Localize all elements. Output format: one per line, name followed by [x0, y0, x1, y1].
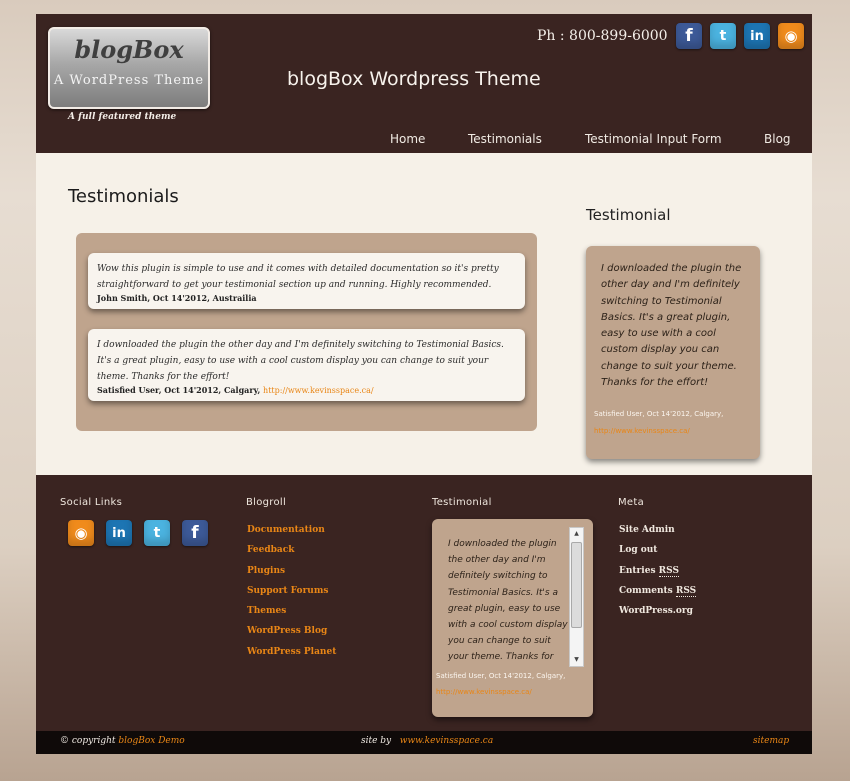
meta-link[interactable]: WordPress.org	[619, 601, 696, 621]
testimonial-card: Wow this plugin is simple to use and it …	[88, 253, 525, 309]
footer-testimonial-title: Testimonial	[432, 497, 492, 508]
scroll-down-icon[interactable]: ▼	[570, 654, 583, 666]
footer-social-links: ◉ in t f	[68, 520, 208, 546]
site-by-label: site by	[361, 736, 392, 746]
facebook-icon[interactable]: f	[182, 520, 208, 546]
site-tagline: A full featured theme	[68, 112, 177, 122]
sidebar-testimonial-link[interactable]: http://www.kevinsspace.ca/	[594, 427, 690, 435]
sidebar-testimonial-box: I downloaded the plugin the other day an…	[586, 246, 760, 459]
copyright: © copyright blogBox Demo	[60, 736, 185, 746]
footer: Social Links ◉ in t f Blogroll Documenta…	[36, 475, 812, 731]
footer-blogroll-title: Blogroll	[246, 497, 287, 508]
main-content: Testimonials Wow this plugin is simple t…	[36, 153, 812, 475]
rss-icon[interactable]: ◉	[68, 520, 94, 546]
testimonial-author: Satisfied User, Oct 14'2012, Calgary, ht…	[97, 385, 517, 395]
meta-link-text: Comments	[619, 585, 676, 596]
footer-meta-title: Meta	[618, 497, 645, 508]
footer-testimonial-author: Satisfied User, Oct 14'2012, Calgary,	[436, 672, 566, 680]
blogroll-link[interactable]: Plugins	[247, 561, 336, 581]
testimonials-box: Wow this plugin is simple to use and it …	[76, 233, 537, 431]
rss-icon[interactable]: ◉	[778, 23, 804, 49]
testimonial-quote: Wow this plugin is simple to use and it …	[97, 264, 499, 290]
testimonial-card: I downloaded the plugin the other day an…	[88, 329, 525, 401]
sidebar-title: Testimonial	[586, 206, 671, 224]
page-title: Testimonials	[68, 186, 179, 207]
site-by: site by www.kevinsspace.ca	[361, 736, 493, 746]
scrollbar-thumb[interactable]	[571, 542, 582, 628]
blogroll-link[interactable]: Documentation	[247, 520, 336, 540]
logo-title: blogBox	[74, 35, 184, 64]
page: blogBox A WordPress Theme A full feature…	[36, 14, 812, 754]
logo-subtitle: A WordPress Theme	[53, 73, 205, 88]
meta-link-abbr: RSS	[675, 585, 697, 597]
blogroll-link[interactable]: WordPress Planet	[247, 642, 336, 662]
testimonial-author: John Smith, Oct 14'2012, Austrailia	[97, 293, 517, 303]
nav-item-home[interactable]: Home	[390, 132, 425, 146]
blogroll-link[interactable]: WordPress Blog	[247, 621, 336, 641]
meta-link-text: WordPress.org	[619, 606, 693, 617]
meta-list: Site Admin Log out Entries RSS Comments …	[619, 520, 697, 621]
copyright-link[interactable]: blogBox Demo	[118, 736, 184, 746]
blogroll-link[interactable]: Support Forums	[247, 581, 336, 601]
linkedin-icon[interactable]: in	[744, 23, 770, 49]
sidebar-testimonial-author: Satisfied User, Oct 14'2012, Calgary,	[594, 410, 724, 418]
scrollbar[interactable]: ▲ ▼	[569, 527, 584, 667]
meta-link[interactable]: Entries RSS	[619, 561, 696, 581]
footer-testimonial-scroll-area[interactable]: I downloaded the plugin the other day an…	[436, 527, 584, 667]
meta-link-text: Entries	[619, 565, 659, 576]
scroll-up-icon[interactable]: ▲	[570, 528, 583, 540]
blogroll-link[interactable]: Feedback	[247, 540, 336, 560]
facebook-icon[interactable]: f	[676, 23, 702, 49]
site-title: blogBox Wordpress Theme	[287, 68, 541, 90]
meta-link-abbr: RSS	[658, 565, 679, 577]
twitter-icon[interactable]: t	[144, 520, 170, 546]
meta-link[interactable]: Comments RSS	[619, 581, 697, 601]
footer-testimonial-quote: I downloaded the plugin the other day an…	[448, 539, 568, 663]
blogroll-link[interactable]: Themes	[247, 601, 336, 621]
phone-number: Ph : 800-899-6000	[537, 28, 668, 44]
nav-item-testimonials[interactable]: Testimonials	[468, 132, 542, 146]
meta-link-text: Log out	[619, 545, 658, 556]
twitter-icon[interactable]: t	[710, 23, 736, 49]
meta-link[interactable]: Site Admin	[619, 520, 696, 540]
sitemap-link[interactable]: sitemap	[753, 736, 789, 746]
footer-social-title: Social Links	[60, 497, 123, 508]
meta-link-text: Site Admin	[619, 525, 675, 535]
testimonial-url-link[interactable]: http://www.kevinsspace.ca/	[263, 386, 374, 395]
linkedin-icon[interactable]: in	[106, 520, 132, 546]
testimonial-author-text: Satisfied User, Oct 14'2012, Calgary,	[97, 385, 261, 395]
nav-item-blog[interactable]: Blog	[764, 132, 791, 146]
header-social-links: f t in ◉	[676, 23, 804, 49]
testimonial-author-text: John Smith, Oct 14'2012, Austrailia	[97, 293, 257, 303]
header: blogBox A WordPress Theme A full feature…	[36, 14, 812, 153]
blogroll-list: Documentation Feedback Plugins Support F…	[247, 520, 336, 662]
copyright-prefix: © copyright	[60, 736, 116, 746]
meta-link[interactable]: Log out	[619, 540, 696, 560]
sidebar-testimonial-quote: I downloaded the plugin the other day an…	[601, 263, 742, 389]
site-logo[interactable]: blogBox A WordPress Theme	[48, 27, 210, 109]
bottom-bar: © copyright blogBox Demo site by www.kev…	[36, 731, 812, 754]
footer-testimonial-link[interactable]: http://www.kevinsspace.ca/	[436, 688, 532, 696]
testimonial-quote: I downloaded the plugin the other day an…	[97, 340, 504, 382]
footer-testimonial-box: I downloaded the plugin the other day an…	[432, 519, 593, 717]
site-by-link[interactable]: www.kevinsspace.ca	[400, 736, 493, 746]
nav-item-testimonial-input-form[interactable]: Testimonial Input Form	[585, 132, 722, 146]
